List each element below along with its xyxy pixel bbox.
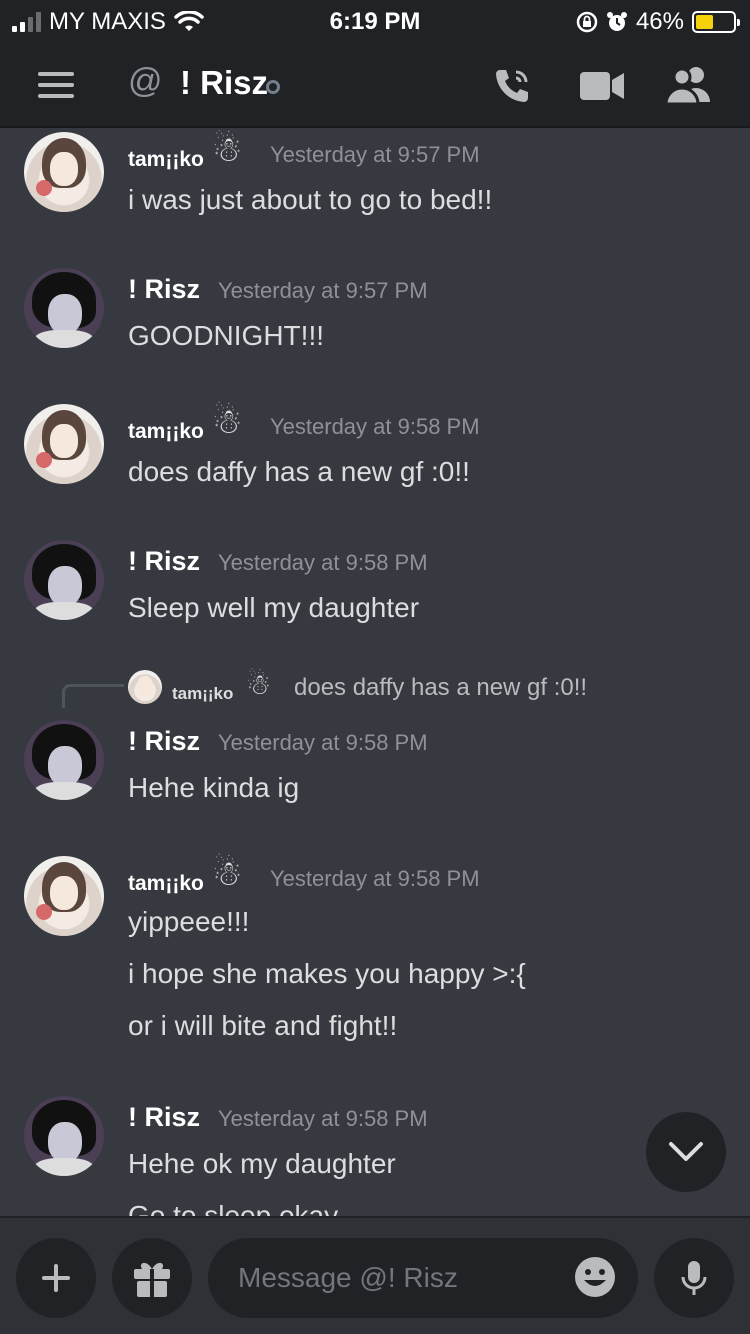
- menu-icon[interactable]: [38, 72, 74, 98]
- alarm-icon: [606, 12, 627, 31]
- username[interactable]: ! Risz: [128, 726, 200, 757]
- snowman-icon: ☃: [212, 855, 243, 893]
- message-text: yippeee!!!: [128, 906, 250, 937]
- username[interactable]: tam¡¡ko: [128, 148, 204, 172]
- timestamp: Yesterday at 9:57 PM: [270, 142, 480, 167]
- username[interactable]: tam¡¡ko: [128, 872, 204, 896]
- jump-to-present-button[interactable]: [646, 1112, 726, 1192]
- timestamp: Yesterday at 9:58 PM: [270, 414, 480, 439]
- timestamp: Yesterday at 9:58 PM: [270, 866, 480, 891]
- message-text: Go to sleep okay: [128, 1200, 339, 1216]
- video-icon[interactable]: [580, 70, 624, 102]
- battery-icon: [692, 11, 740, 33]
- microphone-icon: [681, 1261, 707, 1295]
- channel-header: @ ! Risz: [0, 42, 750, 128]
- message-composer: [0, 1216, 750, 1334]
- gift-button[interactable]: [112, 1238, 192, 1318]
- plus-icon: [42, 1264, 70, 1292]
- reply-connector: [62, 684, 124, 708]
- message-text: Hehe kinda ig: [128, 772, 300, 803]
- gift-icon: [134, 1262, 170, 1297]
- avatar[interactable]: [24, 856, 104, 936]
- message-text: i hope she makes you happy >:{: [128, 958, 526, 989]
- chevron-down-icon: [669, 1142, 703, 1161]
- message-text: Hehe ok my daughter: [128, 1148, 396, 1179]
- voice-message-button[interactable]: [654, 1238, 734, 1318]
- members-icon[interactable]: [666, 64, 712, 104]
- message-list[interactable]: tam¡¡ko ☃ Yesterday at 9:57 PM i was jus…: [0, 130, 750, 1216]
- reply-username[interactable]: tam¡¡ko: [172, 684, 233, 704]
- emoji-icon[interactable]: [574, 1256, 616, 1298]
- timestamp: Yesterday at 9:58 PM: [218, 730, 428, 755]
- avatar[interactable]: [24, 540, 104, 620]
- channel-title[interactable]: ! Risz: [180, 64, 268, 102]
- timestamp: Yesterday at 9:58 PM: [218, 1106, 428, 1131]
- timestamp: Yesterday at 9:57 PM: [218, 278, 428, 303]
- username[interactable]: tam¡¡ko: [128, 420, 204, 444]
- message-text: GOODNIGHT!!!: [128, 320, 324, 351]
- offline-status-icon: [266, 80, 280, 94]
- username[interactable]: ! Risz: [128, 274, 200, 305]
- timestamp: Yesterday at 9:58 PM: [218, 550, 428, 575]
- avatar[interactable]: [24, 1096, 104, 1176]
- snowman-icon: ☃: [246, 669, 272, 700]
- message-text: i was just about to go to bed!!: [128, 184, 493, 215]
- message-text: or i will bite and fight!!: [128, 1010, 398, 1041]
- at-icon: @: [128, 62, 163, 100]
- avatar[interactable]: [24, 132, 104, 212]
- add-attachment-button[interactable]: [16, 1238, 96, 1318]
- status-bar: MY MAXIS 6:19 PM 46%: [0, 0, 750, 42]
- username[interactable]: ! Risz: [128, 1102, 200, 1133]
- avatar[interactable]: [24, 404, 104, 484]
- avatar[interactable]: [24, 268, 104, 348]
- rotation-lock-icon: [576, 11, 598, 33]
- message-text: Sleep well my daughter: [128, 592, 420, 623]
- snowman-icon: ☃: [212, 403, 243, 441]
- call-icon[interactable]: [490, 64, 534, 108]
- snowman-icon: ☃: [212, 131, 243, 169]
- username[interactable]: ! Risz: [128, 546, 200, 577]
- reply-preview-text[interactable]: does daffy has a new gf :0!!: [294, 674, 587, 702]
- message-text: does daffy has a new gf :0!!: [128, 456, 470, 487]
- battery-percent: 46%: [635, 8, 684, 35]
- reply-avatar[interactable]: [128, 670, 162, 704]
- avatar[interactable]: [24, 720, 104, 800]
